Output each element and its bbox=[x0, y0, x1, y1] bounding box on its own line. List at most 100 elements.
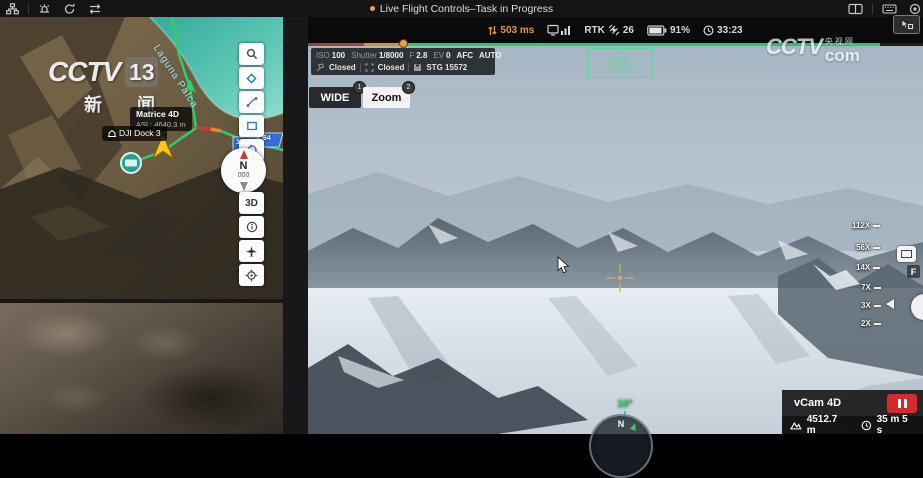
waypoint-flag-label: 64 bbox=[263, 135, 271, 142]
rtk-count: 26 bbox=[623, 25, 634, 36]
pip-window-button[interactable] bbox=[897, 246, 916, 262]
rtk-indicator: RTK 26 bbox=[584, 24, 634, 36]
record-icon[interactable] bbox=[909, 3, 921, 15]
aperture-value: 2.8 bbox=[416, 51, 427, 60]
progress-marker[interactable] bbox=[399, 39, 408, 48]
camera-settings-panel[interactable]: ISO100 Shutter1/8000 F2.8 EV0 AFC AUTO C… bbox=[311, 48, 495, 75]
dock-icon bbox=[108, 130, 116, 137]
storage-remaining: STG 15572 bbox=[426, 63, 467, 72]
elapsed-value: 35 m 5 s bbox=[877, 414, 915, 436]
screen: { "top_bar": { "title": "Live Flight Con… bbox=[0, 0, 923, 434]
rock-highlight bbox=[40, 381, 110, 415]
split-view-icon[interactable] bbox=[848, 3, 863, 15]
rock-highlight bbox=[18, 311, 113, 357]
exposure-mode: AUTO bbox=[479, 51, 502, 60]
zoom-ruler-row[interactable]: 7X bbox=[861, 283, 881, 292]
compass-north-label: N bbox=[221, 160, 266, 172]
map-3d-toggle-button[interactable]: 3D bbox=[239, 192, 264, 214]
map-rectangle-tool-button[interactable] bbox=[239, 115, 264, 137]
map-locate-button[interactable] bbox=[239, 264, 264, 286]
zoom-current-pointer[interactable] bbox=[886, 299, 894, 309]
map-aircraft-button[interactable] bbox=[239, 240, 264, 262]
ev-value: 0 bbox=[446, 51, 450, 60]
cctvcom-com: com bbox=[825, 47, 860, 64]
map-pin-tool-button[interactable] bbox=[239, 67, 264, 89]
altitude-value: 4512.7 m bbox=[807, 414, 848, 436]
compass-north-label: N bbox=[591, 419, 651, 429]
cctv13-channel: 13 bbox=[125, 57, 158, 87]
ev-label: EV bbox=[433, 51, 444, 60]
divider bbox=[408, 63, 409, 72]
iso-label: ISO bbox=[316, 51, 330, 60]
wide-label: WIDE bbox=[321, 92, 350, 104]
ruler-tick bbox=[874, 323, 881, 325]
zoom-ruler-row[interactable]: 2X bbox=[861, 319, 881, 328]
gimbal-crosshair bbox=[602, 260, 638, 296]
window-title: Live Flight Controls–Task in Progress bbox=[0, 0, 923, 17]
dock-camera-feed[interactable] bbox=[0, 303, 283, 434]
zoom-level-label: 56X bbox=[856, 243, 870, 252]
zoom-level-label: 7X bbox=[861, 283, 871, 292]
cctv13-text: CCTV bbox=[48, 56, 120, 88]
keyboard-icon[interactable] bbox=[882, 3, 897, 15]
zoom-ruler-row[interactable]: 3X bbox=[861, 301, 881, 310]
battery-indicator: 91% bbox=[647, 25, 690, 36]
zoom-ruler-row[interactable]: 14X bbox=[856, 263, 880, 272]
compass-south-needle bbox=[240, 182, 248, 191]
ruler-tick bbox=[874, 287, 881, 289]
ruler-tick bbox=[873, 247, 880, 249]
remote-pointer-widget[interactable] bbox=[893, 15, 920, 34]
zoom-ruler-row[interactable]: 112X bbox=[852, 221, 880, 230]
beacon-state-icon bbox=[316, 63, 325, 72]
iso-value: 100 bbox=[332, 51, 345, 60]
shutter-label: Shutter bbox=[351, 51, 377, 60]
vcam-label: vCam 4D bbox=[794, 397, 841, 409]
rtk-label: RTK bbox=[584, 25, 605, 36]
map-polyline-tool-button[interactable] bbox=[239, 91, 264, 113]
compass-heading-needle bbox=[630, 422, 638, 430]
map-compass[interactable]: N 000 bbox=[221, 148, 266, 193]
sync-icon[interactable] bbox=[63, 3, 76, 15]
divider bbox=[28, 4, 29, 14]
focus-mode-badge: F bbox=[907, 265, 920, 278]
exposure-row: ISO100 Shutter1/8000 F2.8 EV0 AFC AUTO bbox=[316, 51, 490, 60]
vcam-panel: vCam 4D 4512.7 m 35 m 5 s bbox=[782, 390, 923, 434]
link-signal-indicator bbox=[547, 24, 571, 36]
compass-north-needle bbox=[240, 150, 248, 159]
zoom-label: Zoom bbox=[372, 92, 402, 104]
window-title-text: Live Flight Controls–Task in Progress bbox=[380, 3, 553, 15]
latency-readout: 503 ms bbox=[488, 25, 534, 36]
frame-state: Closed bbox=[378, 63, 405, 72]
beacon-icon[interactable] bbox=[38, 3, 51, 15]
battery-icon bbox=[647, 25, 667, 36]
map-panel[interactable]: CCTV 13 新 闻 Laguna Palca Matrice 4D ASL:… bbox=[0, 17, 283, 303]
elapsed-clock-icon bbox=[861, 420, 872, 431]
shutter-value: 1/8000 bbox=[379, 51, 403, 60]
ruler-tick bbox=[874, 305, 881, 307]
rock-shadow bbox=[140, 365, 280, 431]
updown-arrows-icon bbox=[488, 25, 497, 36]
storage-icon bbox=[413, 63, 422, 72]
satellite-icon bbox=[608, 24, 620, 36]
route-icon[interactable] bbox=[88, 3, 102, 15]
pause-button[interactable] bbox=[887, 394, 917, 413]
zoom-ruler-row[interactable]: 56X bbox=[856, 243, 880, 252]
flight-time-indicator: 33:23 bbox=[703, 25, 743, 36]
devices-tree-icon[interactable] bbox=[6, 3, 19, 15]
flight-time-value: 33:23 bbox=[717, 25, 743, 36]
ruler-tick bbox=[873, 267, 880, 269]
map-search-button[interactable] bbox=[239, 43, 264, 65]
attitude-compass: N bbox=[589, 414, 653, 478]
heading-readout: 10° bbox=[604, 399, 646, 410]
aircraft-name: Matrice 4D bbox=[136, 109, 186, 120]
cctvcom-text: CCTV bbox=[766, 36, 822, 58]
map-info-button[interactable] bbox=[239, 216, 264, 238]
dock-label-text: DJI Dock 3 bbox=[119, 128, 161, 139]
top-menu-bar: Live Flight Controls–Task in Progress bbox=[0, 0, 923, 18]
compass-degrees: 000 bbox=[221, 172, 266, 179]
focus-mode: AFC bbox=[457, 51, 473, 60]
altitude-icon bbox=[790, 420, 802, 430]
monitor-signal-icon bbox=[547, 24, 571, 36]
map-3d-label: 3D bbox=[245, 198, 258, 209]
rock-highlight bbox=[130, 325, 200, 361]
